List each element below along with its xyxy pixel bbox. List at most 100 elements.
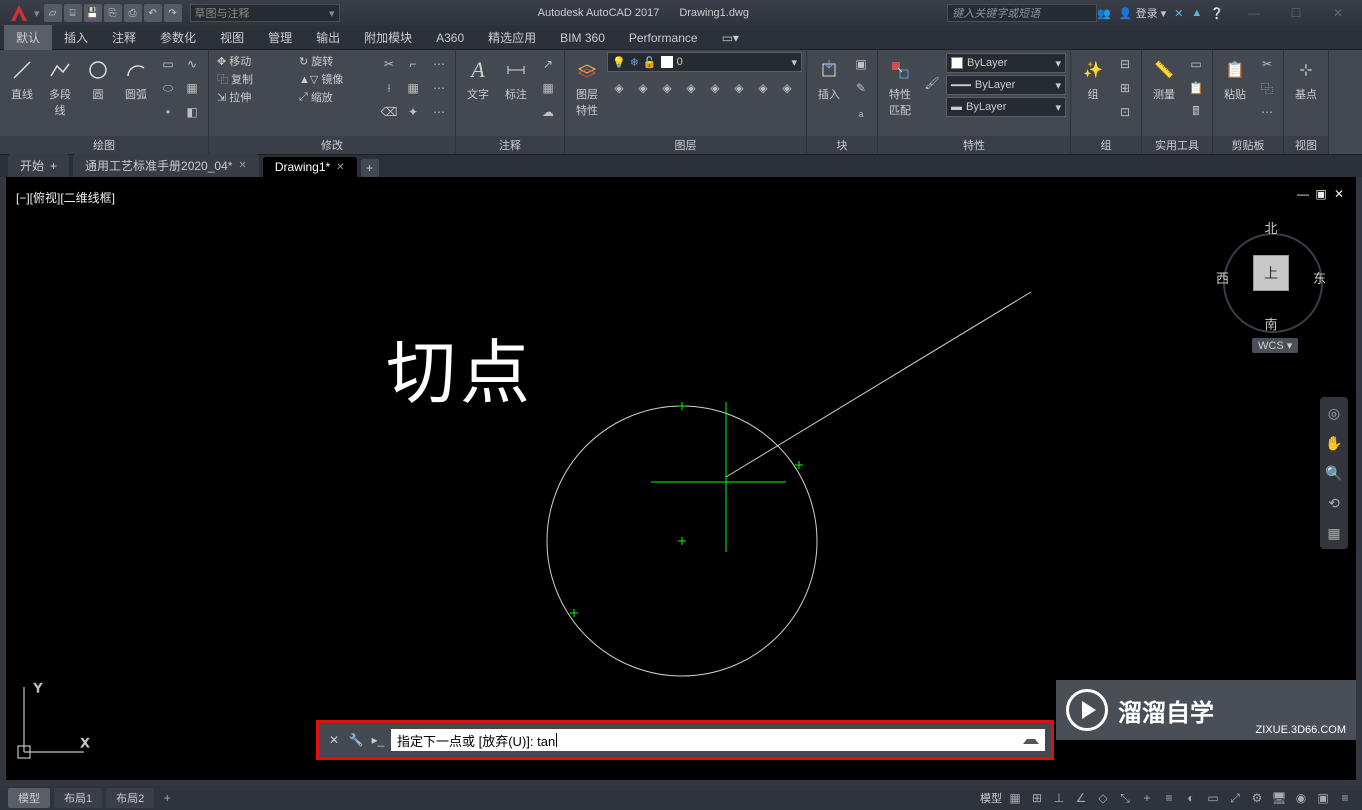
wcs-label[interactable]: WCS ▾	[1252, 338, 1298, 353]
tab-manage[interactable]: 管理	[256, 25, 304, 50]
qat-open-icon[interactable]: ⌸	[64, 4, 82, 22]
vp-close-icon[interactable]: ✕	[1332, 187, 1346, 201]
mirror-tool[interactable]: ▲▽镜像	[295, 70, 375, 88]
layer-btn6-icon[interactable]: ◈	[728, 77, 750, 99]
add-layout-icon[interactable]: +	[158, 789, 176, 807]
status-trans-icon[interactable]: ◐	[1182, 789, 1200, 807]
nav-zoom-icon[interactable]: 🔍	[1324, 463, 1344, 483]
table-icon[interactable]: ▦	[537, 77, 559, 99]
vp-restore-icon[interactable]: ▣	[1314, 187, 1328, 201]
tab-addins[interactable]: 附加模块	[352, 25, 424, 50]
leader-icon[interactable]: ↗	[537, 53, 559, 75]
move-tool[interactable]: ✥移动	[213, 52, 293, 70]
tab-featured[interactable]: 精选应用	[476, 25, 548, 50]
panel-layers-label[interactable]: 图层	[565, 136, 806, 154]
copy-clip-icon[interactable]: ⿻	[1256, 77, 1278, 99]
layer-btn2-icon[interactable]: ◈	[632, 77, 654, 99]
text-tool[interactable]: A文字	[460, 52, 496, 106]
trim-icon[interactable]: ✂	[378, 53, 400, 75]
file-tab-start[interactable]: 开始+	[8, 154, 69, 177]
linetype-select[interactable]: ━━━ByLayer▾	[946, 75, 1066, 95]
layer-btn5-icon[interactable]: ◈	[704, 77, 726, 99]
paste-tool[interactable]: 📋粘贴	[1217, 52, 1253, 106]
cmd-options-icon[interactable]: 🔧	[347, 731, 365, 749]
panel-view-label[interactable]: 视图	[1284, 136, 1328, 154]
tab-a360[interactable]: A360	[424, 27, 476, 49]
panel-properties-label[interactable]: 特性	[878, 136, 1070, 154]
tab-output[interactable]: 输出	[304, 25, 352, 50]
measure-tool[interactable]: 📏测量	[1146, 52, 1182, 106]
nav-orbit-icon[interactable]: ⟲	[1324, 493, 1344, 513]
panel-clipboard-label[interactable]: 剪贴板	[1213, 136, 1283, 154]
status-ws-icon[interactable]: ⚙	[1248, 789, 1266, 807]
status-qp-icon[interactable]: ▭	[1204, 789, 1222, 807]
viewcube[interactable]: 北 南 东 西 上 WCS ▾	[1216, 213, 1326, 353]
panel-draw-label[interactable]: 绘图	[0, 136, 208, 154]
mod-extra2-icon[interactable]: ⋯	[428, 77, 450, 99]
app-menu-arrow[interactable]: ▾	[34, 7, 40, 20]
copy-tool[interactable]: ⿻复制	[213, 70, 293, 88]
dimension-tool[interactable]: 标注	[498, 52, 534, 106]
rotate-tool[interactable]: ↻旋转	[295, 52, 375, 70]
explode-icon[interactable]: ✦	[402, 101, 424, 123]
tab-view[interactable]: 视图	[208, 25, 256, 50]
layer-btn1-icon[interactable]: ◈	[608, 77, 630, 99]
hatch-icon[interactable]: ▦	[181, 77, 203, 99]
clip-extra-icon[interactable]: ⋯	[1256, 101, 1278, 123]
match-properties-tool[interactable]: 特性 匹配	[882, 52, 918, 122]
scale-tool[interactable]: ⤢缩放	[295, 88, 375, 106]
block-attr-icon[interactable]: ₐ	[850, 101, 872, 123]
new-tab-button[interactable]: +	[361, 159, 379, 177]
line-tool[interactable]: 直线	[4, 52, 40, 106]
vp-minimize-icon[interactable]: —	[1296, 187, 1310, 201]
a360-icon[interactable]: ▲	[1191, 7, 1202, 19]
exchange-icon[interactable]: ✕	[1174, 7, 1183, 20]
viewcube-top[interactable]: 上	[1253, 255, 1289, 291]
viewcube-south[interactable]: 南	[1264, 314, 1277, 333]
status-custom-icon[interactable]: ≡	[1336, 789, 1354, 807]
signin-icon[interactable]: 👤	[1119, 8, 1133, 20]
erase-icon[interactable]: ⌫	[378, 101, 400, 123]
nav-pan-icon[interactable]: ✋	[1324, 433, 1344, 453]
status-model-label[interactable]: 模型	[980, 790, 1002, 806]
model-tab[interactable]: 模型	[8, 788, 50, 808]
infocenter-icon[interactable]: 👥	[1097, 7, 1111, 20]
cloud-icon[interactable]: ☁	[537, 101, 559, 123]
drawing-canvas[interactable]: [−][俯视][二维线框] — ▣ ✕ 北 南 东 西 上 WCS ▾ ◎ ✋ …	[6, 177, 1356, 780]
command-line[interactable]: ✕ 🔧 ▸_ 指定下一点或 [放弃(U)]: tan	[316, 720, 1054, 760]
paintbrush-icon[interactable]: 🖌	[921, 53, 943, 113]
block-create-icon[interactable]: ▣	[850, 53, 872, 75]
viewport-label[interactable]: [−][俯视][二维线框]	[16, 189, 115, 206]
panel-groups-label[interactable]: 组	[1071, 136, 1141, 154]
tab-performance[interactable]: Performance	[617, 27, 710, 49]
layer-select[interactable]: 💡❄🔓0▾	[607, 52, 802, 72]
close-button[interactable]: ✕	[1318, 3, 1358, 23]
status-track-icon[interactable]: ⤡	[1116, 789, 1134, 807]
qat-undo-icon[interactable]: ↶	[144, 4, 162, 22]
minimize-button[interactable]: —	[1234, 3, 1274, 23]
layer-btn8-icon[interactable]: ◈	[776, 77, 798, 99]
cut-icon[interactable]: ✂	[1256, 53, 1278, 75]
nav-showmotion-icon[interactable]: ▦	[1324, 523, 1344, 543]
file-tab-doc1[interactable]: 通用工艺标准手册2020_04*✕	[73, 154, 259, 177]
group-sel-icon[interactable]: ⊡	[1114, 101, 1136, 123]
qat-new-icon[interactable]: ▱	[44, 4, 62, 22]
offset-icon[interactable]: ⟊	[378, 77, 400, 99]
qat-save-icon[interactable]: 💾	[84, 4, 102, 22]
nav-wheel-icon[interactable]: ◎	[1324, 403, 1344, 423]
status-grid-icon[interactable]: ▦	[1006, 789, 1024, 807]
app-logo[interactable]	[4, 1, 34, 25]
layout1-tab[interactable]: 布局1	[54, 788, 102, 808]
layout2-tab[interactable]: 布局2	[106, 788, 154, 808]
util-1-icon[interactable]: ▭	[1185, 53, 1207, 75]
viewcube-west[interactable]: 西	[1216, 268, 1229, 287]
layer-btn3-icon[interactable]: ◈	[656, 77, 678, 99]
qat-redo-icon[interactable]: ↷	[164, 4, 182, 22]
region-icon[interactable]: ◧	[181, 101, 203, 123]
viewcube-north[interactable]: 北	[1264, 218, 1277, 237]
mod-extra1-icon[interactable]: ⋯	[428, 53, 450, 75]
status-lwt-icon[interactable]: ≡	[1160, 789, 1178, 807]
spline-icon[interactable]: ∿	[181, 53, 203, 75]
status-ortho-icon[interactable]: ⊥	[1050, 789, 1068, 807]
tab-extra-icon[interactable]: ▭▾	[710, 27, 751, 49]
